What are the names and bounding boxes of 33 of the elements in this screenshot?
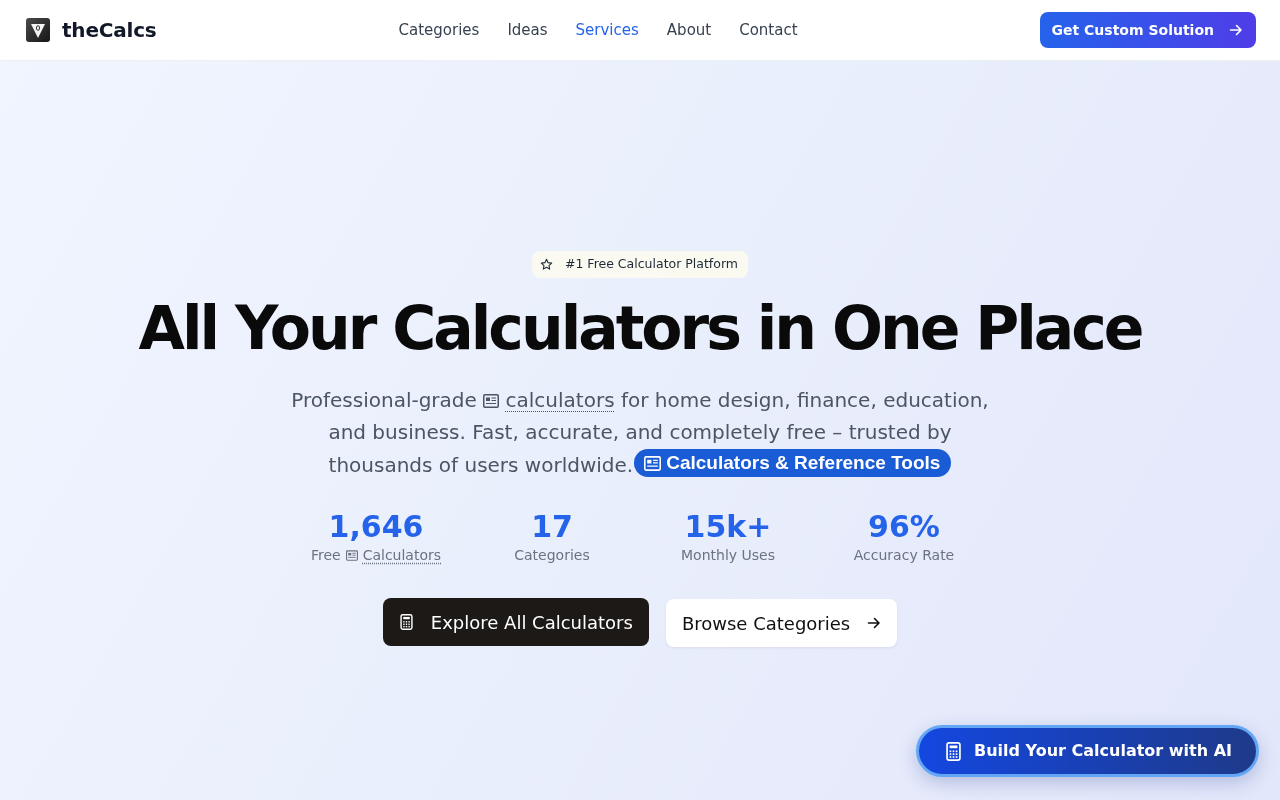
stat-value: 15k+ [683,509,773,546]
calculator-icon [945,741,961,761]
get-custom-solution-button[interactable]: Get Custom Solution [1039,12,1256,48]
stat-label: Accuracy Rate [853,546,955,566]
explore-calculators-button[interactable]: Explore All Calculators [382,598,649,647]
nav-link[interactable]: Categories [398,18,480,42]
build-calculator-ai-button[interactable]: Build Your Calculator with AI [915,725,1259,777]
arrow-right-icon [1229,23,1243,37]
stat-value: 17 [530,509,574,546]
nav-link[interactable]: Ideas [507,18,548,42]
nav-link[interactable]: About [666,18,712,42]
card-icon [644,455,662,471]
reference-tools-pill[interactable]: Calculators & Reference Tools [634,449,952,478]
hero-description: Professional-grade calculators for home design, finance, education, and business. Fast, accurate, and completely free – trusted by thousands of users worldwide. Calculators & Reference Tools [290,386,990,480]
stat-label: Monthly Uses [681,546,775,566]
stat-link[interactable]: Calculators [362,545,442,566]
arrow-right-icon [867,616,882,631]
stat-label: Categories [514,546,590,566]
logo-icon [26,18,50,42]
calculator-icon [399,614,413,631]
brand-link[interactable]: theCalcs [26,15,157,45]
nav-link[interactable]: Contact [739,18,798,42]
stat-value: 1,646 [327,509,425,546]
stat-label: Free [310,546,341,566]
star-icon [539,257,553,271]
platform-badge: #1 Free Calculator Platform [531,251,749,278]
hero-title: All Your Calculators in One Place [137,291,1143,364]
card-icon [483,393,500,408]
calculators-link[interactable]: calculators [505,387,615,412]
nav-link[interactable]: Services [575,18,639,42]
browse-categories-button[interactable]: Browse Categories [665,599,898,648]
stat-value: 96% [867,509,941,546]
card-icon [345,549,358,561]
